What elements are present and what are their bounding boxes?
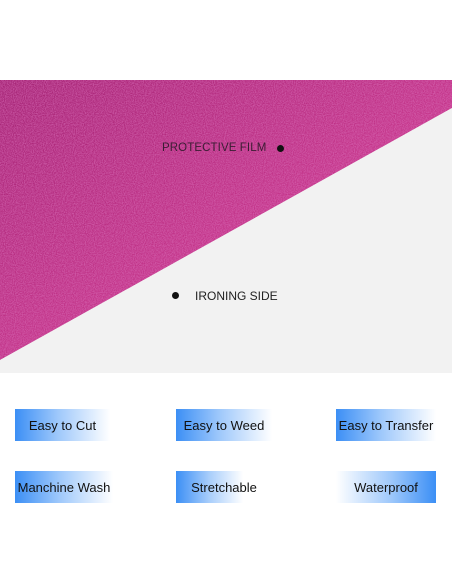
protective-film-dot-icon — [277, 145, 284, 152]
feature-label: Easy to Cut — [28, 417, 97, 433]
product-photo: PROTECTIVE FILM IRONING SIDE — [0, 80, 452, 373]
feature-machine-wash: Manchine Wash — [15, 471, 113, 503]
feature-label: Waterproof — [354, 479, 418, 495]
feature-easy-to-cut: Easy to Cut — [15, 409, 110, 441]
feature-waterproof: Waterproof — [336, 471, 436, 503]
ironing-side-dot-icon — [172, 292, 179, 299]
feature-label: Easy to Weed — [183, 417, 265, 433]
glitter-sheet — [0, 80, 452, 373]
feature-easy-to-transfer: Easy to Transfer — [336, 409, 436, 441]
feature-stretchable: Stretchable — [176, 471, 272, 503]
feature-easy-to-weed: Easy to Weed — [176, 409, 272, 441]
feature-label: Easy to Transfer — [338, 417, 434, 433]
feature-label: Stretchable — [191, 479, 257, 495]
ironing-side-label: IRONING SIDE — [195, 289, 278, 303]
protective-film-label: PROTECTIVE FILM — [162, 142, 267, 154]
feature-label: Manchine Wash — [17, 479, 111, 495]
